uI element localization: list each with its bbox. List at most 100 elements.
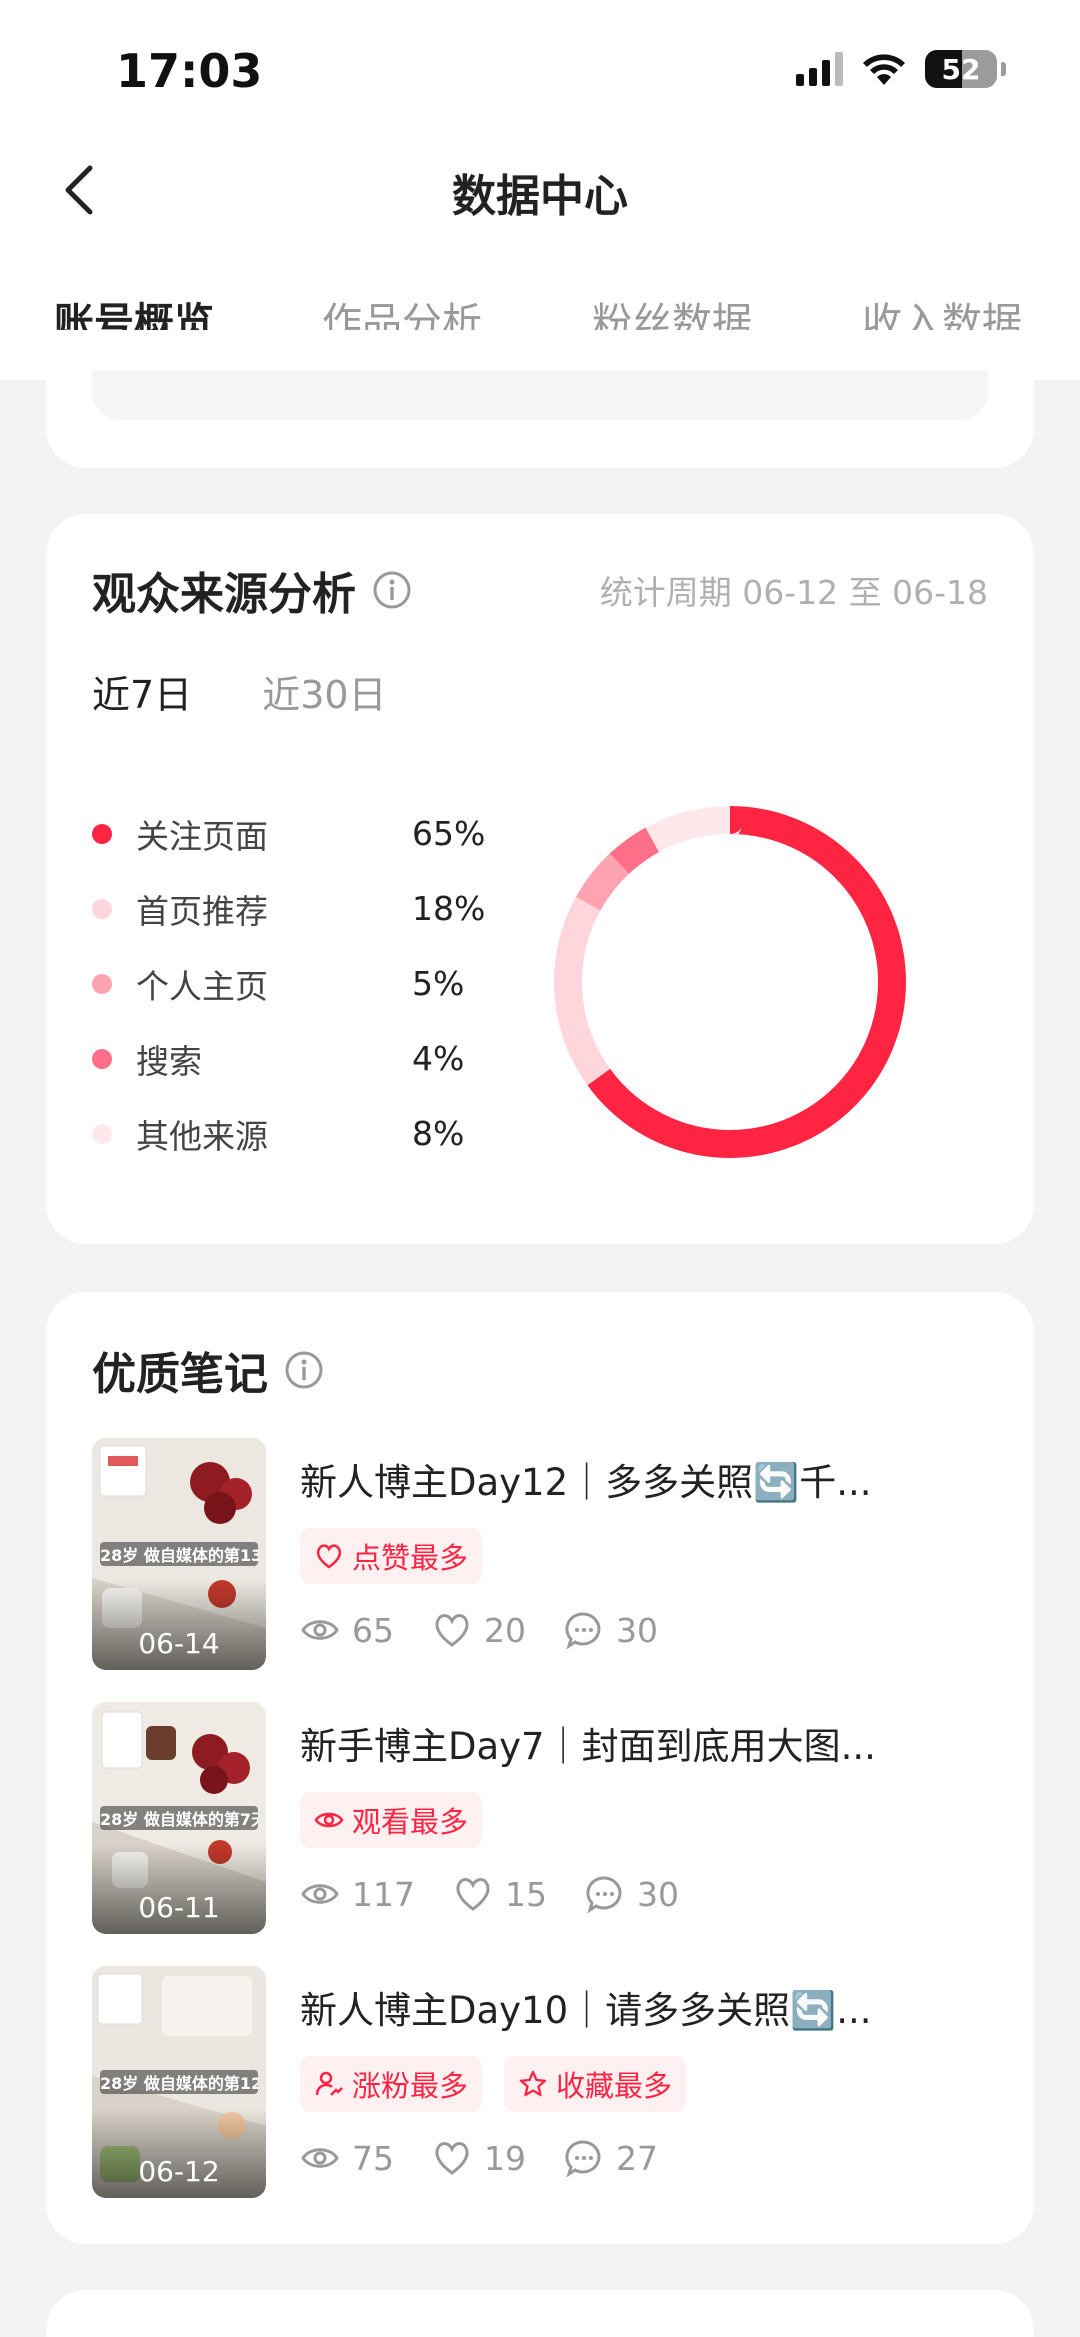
comment-icon [565,1612,601,1650]
badge-label: 点赞最多 [352,1541,469,1575]
range-tabs: 近7日 近30日 [92,664,387,719]
note-thumbnail: 28岁 做自媒体的第7天 06-11 [92,1702,266,1934]
note-date: 06-14 [138,1627,220,1660]
eye-icon [301,1884,339,1904]
likes-stat: 19 [432,2138,526,2178]
quality-notes-header: 优质笔记 [92,1338,324,1402]
star-icon [519,2070,547,2097]
thumbnail-caption: 28岁 做自媒体的第7天 [100,1806,258,1830]
legend-dot [92,973,112,994]
note-stats: 75 19 27 [300,2138,696,2178]
legend-item: 其他来源 8% [92,1096,512,1171]
user-growth-icon [315,2071,343,2096]
source-legend: 关注页面 65% 首页推荐 18% 个人主页 5% 搜索 4% 其他来源 8% [92,796,512,1171]
comments-count: 30 [637,1874,679,1914]
views-stat: 75 [300,2138,394,2178]
heart-icon [435,2142,469,2175]
note-stats: 65 20 30 [300,1610,696,1650]
legend-percent: 8% [412,1114,465,1153]
note-badges: 点赞最多 [300,1528,483,1584]
audience-source-header: 观众来源分析 [92,558,412,622]
battery-icon: 52 [925,50,997,88]
badge-most-views: 观看最多 [300,1792,483,1848]
badge-label: 涨粉最多 [352,2069,469,2103]
likes-count: 19 [484,2138,526,2178]
eye-icon [314,1812,344,1828]
eye-icon [301,1620,339,1640]
range-tab-30d[interactable]: 近30日 [262,664,386,719]
comment-icon [586,1876,622,1914]
note-date: 06-11 [138,1891,220,1924]
battery-level: 52 [941,52,981,86]
badge-most-likes: 点赞最多 [300,1528,483,1584]
legend-dot [92,1123,112,1144]
views-count: 75 [352,2138,394,2178]
previous-card-inner [92,370,988,420]
audience-source-title: 观众来源分析 [92,569,356,620]
legend-dot [92,898,112,919]
note-item[interactable]: 28岁 做自媒体的第7天 06-11 新手博主Day7｜封面到底用大图... 观… [92,1702,988,1934]
legend-label: 首页推荐 [136,891,268,931]
audience-source-card: 观众来源分析 统计周期 06-12 至 06-18 近7日 近30日 关注页面 … [46,514,1034,1244]
note-title: 新手博主Day7｜封面到底用大图... [300,1725,876,1768]
likes-count: 20 [484,1610,526,1650]
legend-label: 其他来源 [136,1116,268,1156]
views-count: 117 [352,1874,415,1914]
badge-label: 收藏最多 [556,2069,673,2103]
nav-bar: 数据中心 [0,130,1080,250]
comments-stat: 27 [564,2138,658,2178]
legend-item: 关注页面 65% [92,796,512,871]
note-item[interactable]: 28岁 做自媒体的第13篇 06-14 新人博主Day12｜多多关照🔄千... … [92,1438,988,1670]
quality-notes-card: 优质笔记 28岁 做自媒体的第13篇 06-14 新人博主Day12｜多多关照🔄… [46,1292,1034,2244]
likes-stat: 15 [453,1874,547,1914]
page-title: 数据中心 [452,171,628,222]
next-card [46,2290,1034,2337]
comments-stat: 30 [564,1610,658,1650]
note-title: 新人博主Day10｜请多多关照🔄... [300,1989,872,2032]
wifi-icon [863,54,905,85]
badge-most-saves: 收藏最多 [504,2056,687,2112]
status-time: 17:03 [116,44,263,98]
note-item[interactable]: 28岁 做自媒体的第12篇 06-12 新人博主Day10｜请多多关照🔄... … [92,1966,988,2198]
range-tab-7d[interactable]: 近7日 [92,664,192,719]
status-bar: 17:03 52 [0,0,1080,130]
comments-count: 30 [616,1610,658,1650]
comments-count: 27 [616,2138,658,2178]
comment-icon [565,2140,601,2178]
info-icon[interactable] [372,570,412,610]
previous-card [46,330,1034,468]
badge-label: 观看最多 [352,1805,469,1839]
legend-percent: 4% [412,1039,465,1078]
views-stat: 117 [300,1874,415,1914]
legend-item: 搜索 4% [92,1021,512,1096]
thumbnail-caption: 28岁 做自媒体的第12篇 [100,2070,258,2094]
heart-icon [435,1614,469,1647]
eye-icon [301,2148,339,2168]
legend-percent: 5% [412,964,465,1003]
comments-stat: 30 [585,1874,679,1914]
legend-dot [92,1048,112,1069]
legend-percent: 65% [412,814,486,853]
legend-item: 个人主页 5% [92,946,512,1021]
legend-label: 个人主页 [136,966,268,1006]
info-icon[interactable] [284,1350,324,1390]
heart-icon [316,1544,342,1569]
cellular-signal-icon [796,52,843,86]
note-stats: 117 15 30 [300,1874,717,1914]
legend-label: 关注页面 [136,816,268,856]
legend-dot [92,823,112,844]
badge-most-followers: 涨粉最多 [300,2056,483,2112]
note-thumbnail: 28岁 做自媒体的第13篇 06-14 [92,1438,266,1670]
note-badges: 涨粉最多 收藏最多 [300,2056,687,2112]
legend-label: 搜索 [136,1041,202,1081]
views-stat: 65 [300,1610,394,1650]
battery-tip [1001,62,1006,76]
stat-period: 统计周期 06-12 至 06-18 [599,573,988,612]
note-title: 新人博主Day12｜多多关照🔄千... [300,1461,872,1504]
status-icons: 52 [796,50,1006,88]
heart-icon [456,1878,490,1911]
views-count: 65 [352,1610,394,1650]
quality-notes-title: 优质笔记 [92,1349,268,1400]
note-date: 06-12 [138,2155,220,2188]
likes-count: 15 [505,1874,547,1914]
